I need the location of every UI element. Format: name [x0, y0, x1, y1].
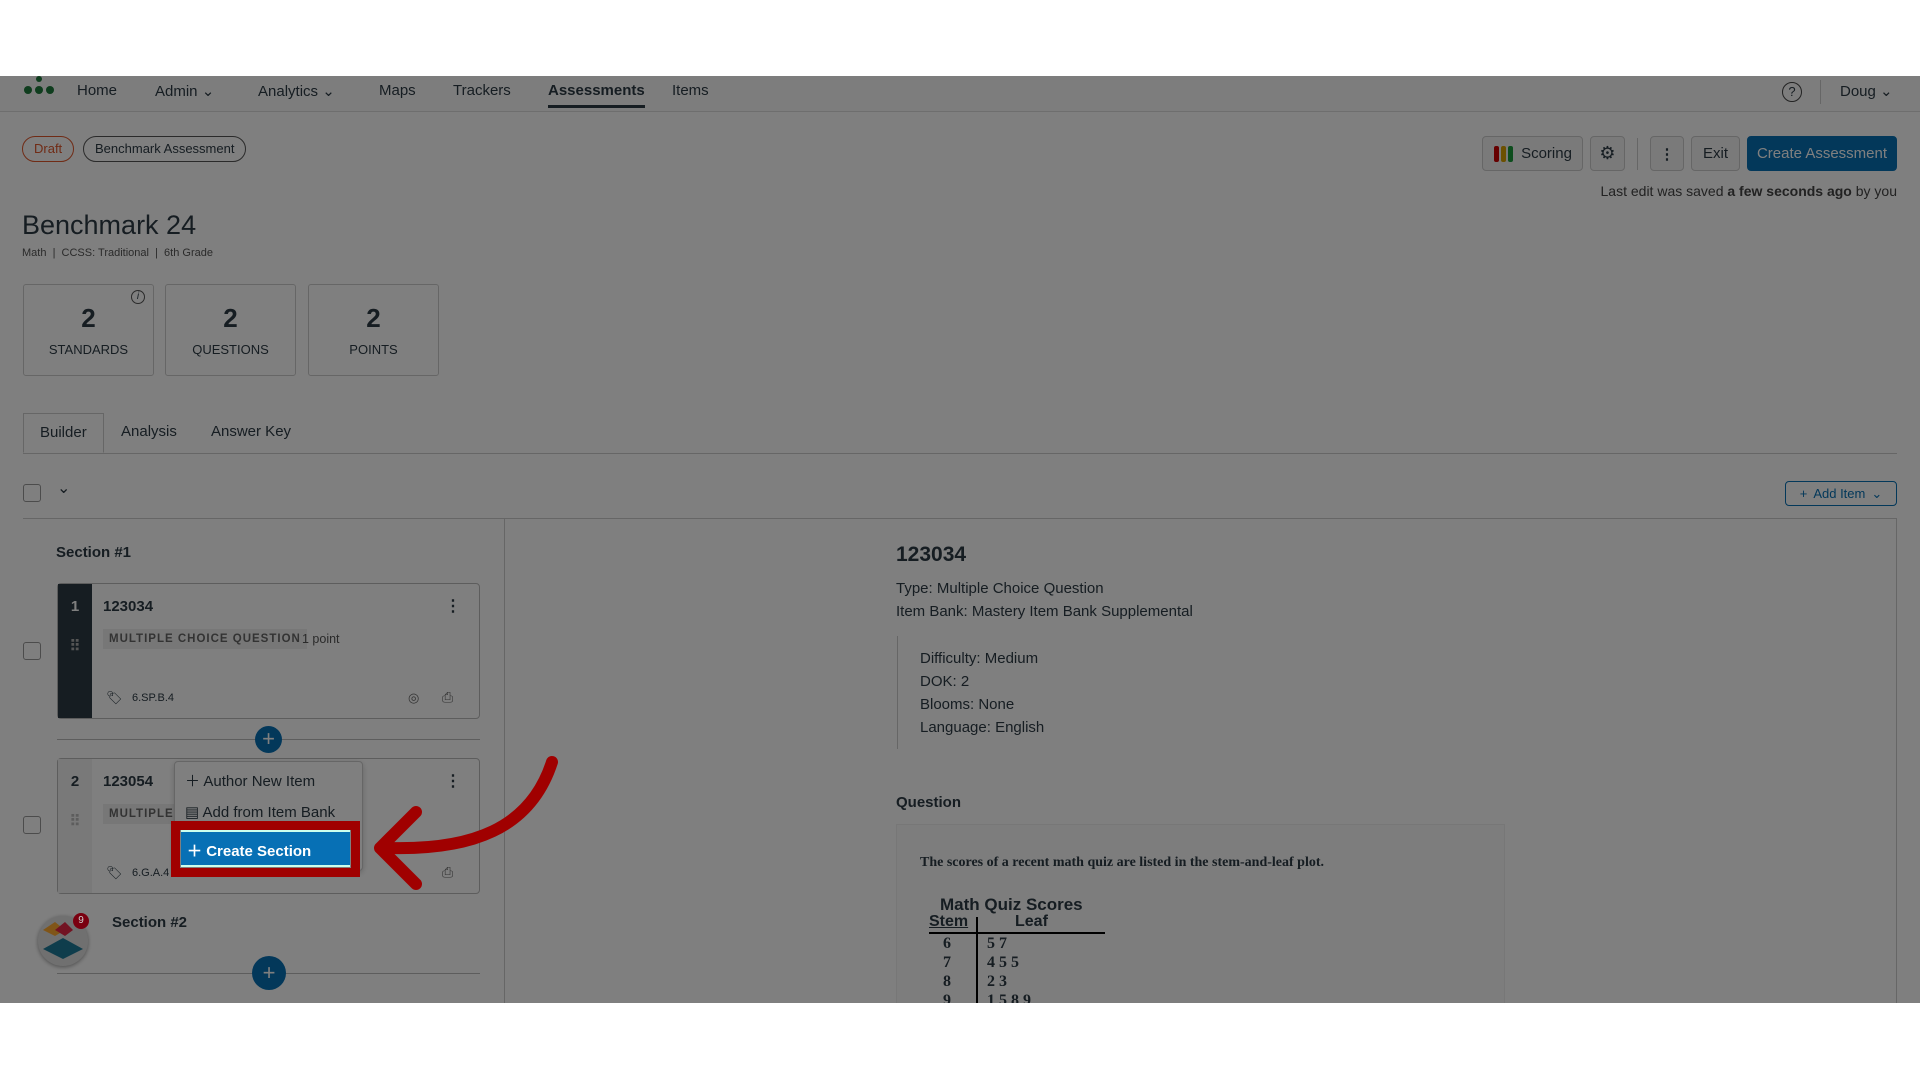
- notification-badge: 9: [73, 913, 89, 929]
- create-section-button[interactable]: ＋ Create Section: [181, 830, 350, 867]
- plus-icon: ＋: [187, 843, 203, 860]
- create-section-label: Create Section: [206, 843, 312, 860]
